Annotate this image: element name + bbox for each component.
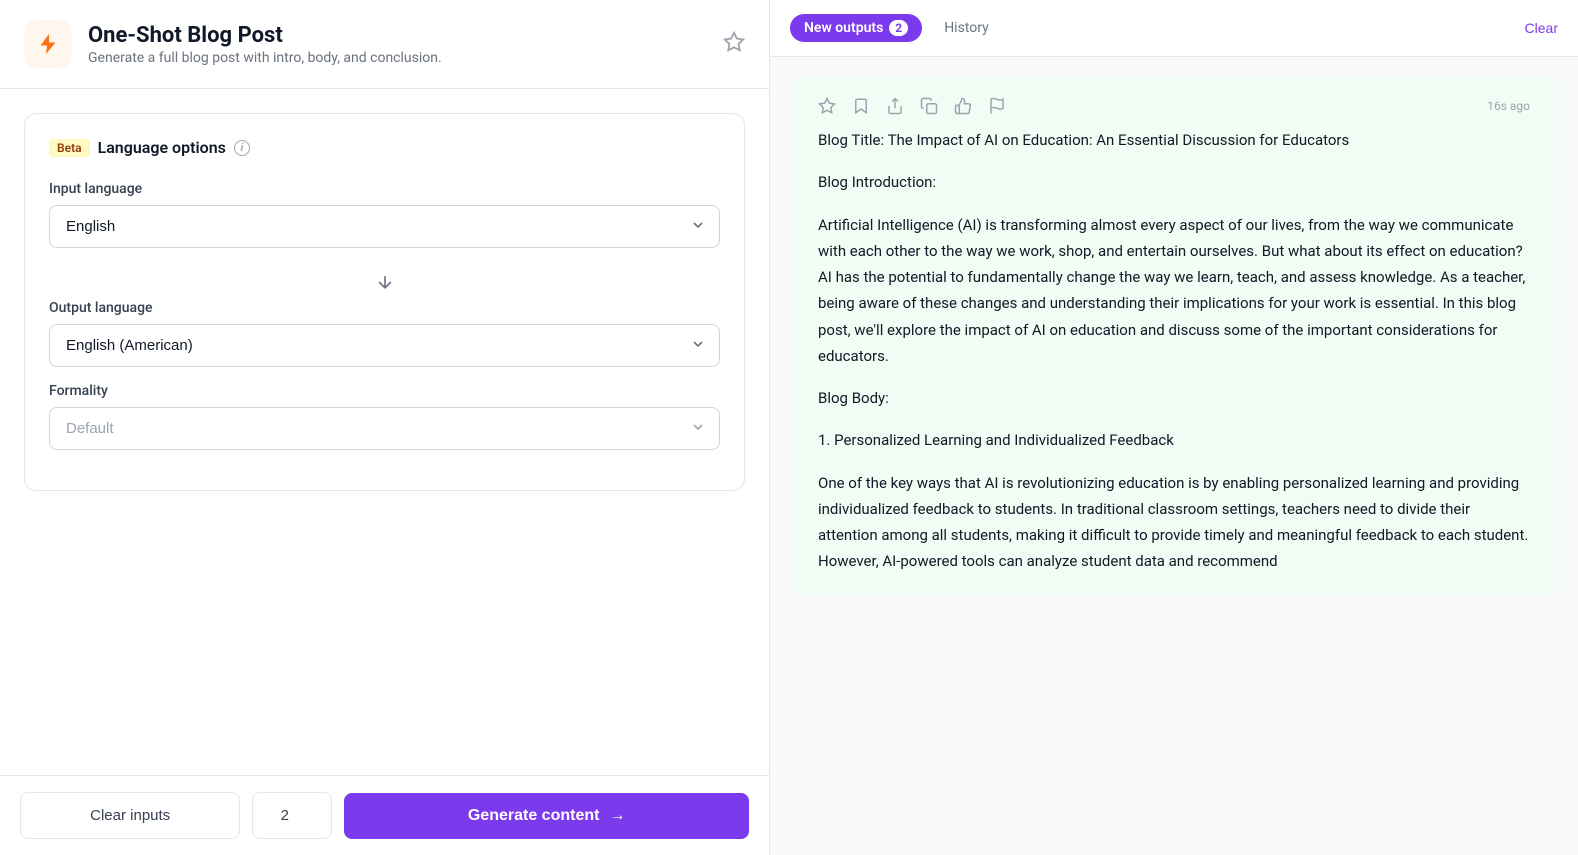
formality-label: Formality — [49, 383, 720, 399]
page-title: One-Shot Blog Post — [88, 23, 442, 48]
right-panel: New outputs 2 History Clear — [770, 0, 1578, 855]
bookmark-action-icon[interactable] — [852, 97, 870, 115]
output-language-select-wrapper: English (American) English (British) Spa… — [49, 324, 720, 367]
tab-history-label: History — [944, 20, 989, 36]
favorite-button[interactable] — [723, 31, 745, 57]
formality-field: Formality Default Formal Informal — [49, 383, 720, 450]
output-content: 16s ago Blog Title: The Impact of AI on … — [770, 57, 1578, 855]
language-section: Beta Language options i Input language E… — [24, 113, 745, 491]
tab-new-outputs[interactable]: New outputs 2 — [790, 14, 922, 42]
generate-arrow-icon: → — [609, 807, 625, 825]
star-action-icon[interactable] — [818, 97, 836, 115]
copy-action-icon[interactable] — [920, 97, 938, 115]
generate-label: Generate content — [468, 807, 600, 825]
direction-arrow — [49, 264, 720, 300]
footer: Clear inputs Generate content → — [0, 775, 769, 855]
body-section1-text: One of the key ways that AI is revolutio… — [818, 470, 1530, 575]
clear-inputs-button[interactable]: Clear inputs — [20, 792, 240, 839]
output-language-label: Output language — [49, 300, 720, 316]
left-panel: One-Shot Blog Post Generate a full blog … — [0, 0, 770, 855]
output-language-select[interactable]: English (American) English (British) Spa… — [49, 324, 720, 367]
thumbs-up-action-icon[interactable] — [954, 97, 972, 115]
page-subtitle: Generate a full blog post with intro, bo… — [88, 50, 442, 66]
clear-output-button[interactable]: Clear — [1525, 20, 1558, 36]
lightning-icon — [36, 32, 60, 56]
section-header: Beta Language options i — [49, 138, 720, 157]
input-language-field: Input language English Spanish French Ge… — [49, 181, 720, 248]
count-input[interactable] — [252, 792, 332, 839]
output-timestamp: 16s ago — [1487, 99, 1530, 113]
output-card: 16s ago Blog Title: The Impact of AI on … — [794, 77, 1554, 595]
formality-select[interactable]: Default Formal Informal — [49, 407, 720, 450]
intro-heading: Blog Introduction: — [818, 169, 1530, 195]
section-title: Language options — [98, 138, 226, 157]
tab-new-outputs-label: New outputs — [804, 20, 883, 36]
generate-button[interactable]: Generate content → — [344, 793, 749, 839]
beta-badge: Beta — [49, 139, 90, 157]
app-icon — [24, 20, 72, 68]
body-heading: Blog Body: — [818, 385, 1530, 411]
flag-action-icon[interactable] — [988, 97, 1006, 115]
app-header: One-Shot Blog Post Generate a full blog … — [0, 0, 769, 89]
output-text: Blog Title: The Impact of AI on Educatio… — [818, 127, 1530, 575]
output-language-field: Output language English (American) Engli… — [49, 300, 720, 367]
tab-history[interactable]: History — [930, 14, 1003, 42]
input-language-select[interactable]: English Spanish French German Chinese Ja… — [49, 205, 720, 248]
share-action-icon[interactable] — [886, 97, 904, 115]
blog-title: Blog Title: The Impact of AI on Educatio… — [818, 127, 1530, 153]
header-text: One-Shot Blog Post Generate a full blog … — [88, 23, 442, 66]
tab-badge: 2 — [889, 20, 908, 36]
output-header: New outputs 2 History Clear — [770, 0, 1578, 57]
intro-body: Artificial Intelligence (AI) is transfor… — [818, 212, 1530, 370]
info-icon[interactable]: i — [234, 140, 250, 156]
input-language-label: Input language — [49, 181, 720, 197]
content-area: Beta Language options i Input language E… — [0, 89, 769, 775]
input-language-select-wrapper: English Spanish French German Chinese Ja… — [49, 205, 720, 248]
body-section1-heading: 1. Personalized Learning and Individuali… — [818, 427, 1530, 453]
output-actions: 16s ago — [818, 97, 1530, 115]
formality-select-wrapper: Default Formal Informal — [49, 407, 720, 450]
